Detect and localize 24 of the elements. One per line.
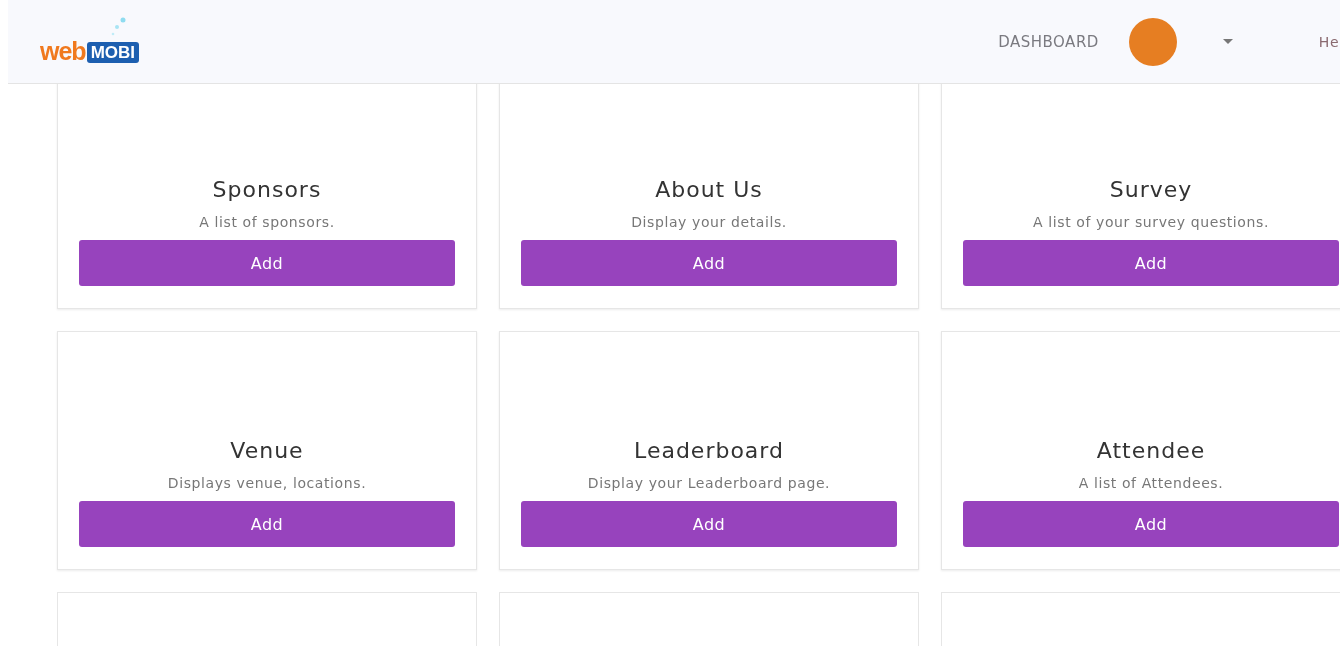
caret-icon[interactable] <box>1222 38 1233 45</box>
dashboard-link[interactable]: DASHBOARD <box>998 32 1099 51</box>
card-title: Attendee <box>1096 438 1206 463</box>
logo[interactable]: web MOBI <box>40 38 139 63</box>
card-title: Survey <box>1109 177 1193 202</box>
logo-text: web <box>40 38 86 63</box>
card-description: Displays venue, locations. <box>167 475 367 491</box>
add-button[interactable]: Add <box>79 501 455 547</box>
card-description: A list of sponsors. <box>199 214 335 230</box>
card-description: Display your details. <box>631 214 787 230</box>
card-description: A list of your survey questions. <box>1033 214 1269 230</box>
add-button[interactable]: Add <box>521 501 897 547</box>
card-title: Venue <box>230 438 304 463</box>
card-title: About Us <box>655 177 763 202</box>
card-description: Display your Leaderboard page. <box>587 475 831 491</box>
logo-badge: MOBI <box>86 41 139 63</box>
card-title: Sponsors <box>212 177 322 202</box>
add-button[interactable]: Add <box>79 240 455 286</box>
add-button[interactable]: Add <box>963 501 1339 547</box>
add-button[interactable]: Add <box>521 240 897 286</box>
add-button[interactable]: Add <box>963 240 1339 286</box>
card-description: A list of Attendees. <box>1078 475 1224 491</box>
card-title: Leaderboard <box>634 438 784 463</box>
help-link[interactable]: He <box>1318 33 1339 50</box>
